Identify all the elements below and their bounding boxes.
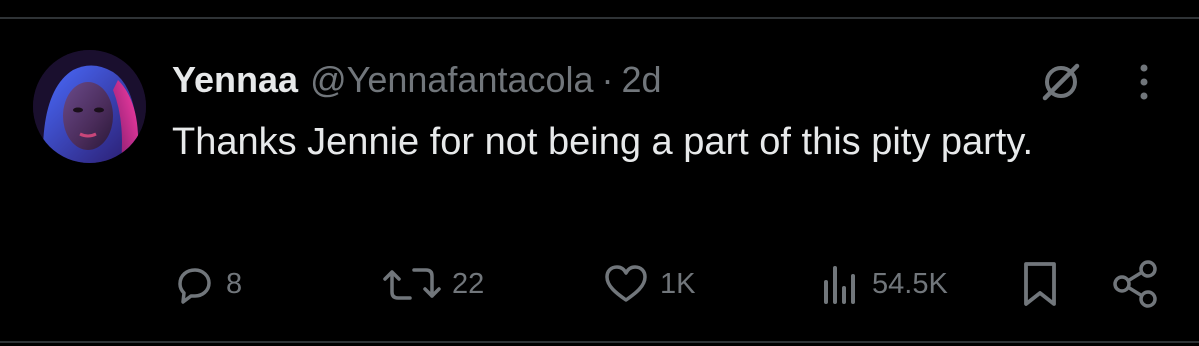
retweet-icon [383, 268, 441, 300]
tweet-text: Thanks Jennie for not being a part of th… [172, 121, 1034, 163]
view-count: 54.5K [872, 267, 948, 300]
like-icon [605, 265, 647, 302]
more-icon[interactable] [1130, 60, 1158, 104]
display-name[interactable]: Yennaa [172, 59, 298, 101]
grok-icon[interactable] [1037, 58, 1085, 106]
views-icon [824, 266, 855, 304]
reply-count: 8 [226, 267, 243, 300]
retweet-button[interactable]: 22 [382, 258, 484, 310]
top-divider [0, 17, 1199, 19]
tweet-header: Yennaa @Yennafantacola · 2d [172, 56, 662, 104]
separator-dot: · [601, 59, 614, 100]
bookmark-button[interactable] [1018, 258, 1062, 315]
retweet-count: 22 [452, 267, 485, 300]
share-icon [1113, 260, 1157, 308]
like-count: 1K [660, 267, 696, 300]
avatar[interactable] [33, 50, 146, 163]
avatar-image [33, 50, 146, 163]
like-button[interactable]: 1K [602, 258, 695, 310]
user-handle[interactable]: @Yennafantacola [310, 59, 593, 101]
share-button[interactable] [1110, 258, 1162, 315]
views-button[interactable]: 54.5K [818, 258, 948, 310]
reply-button[interactable]: 8 [172, 258, 242, 310]
timestamp[interactable]: 2d [622, 59, 662, 101]
bookmark-icon [1024, 262, 1056, 306]
bottom-divider [0, 341, 1199, 343]
reply-icon [178, 268, 211, 304]
